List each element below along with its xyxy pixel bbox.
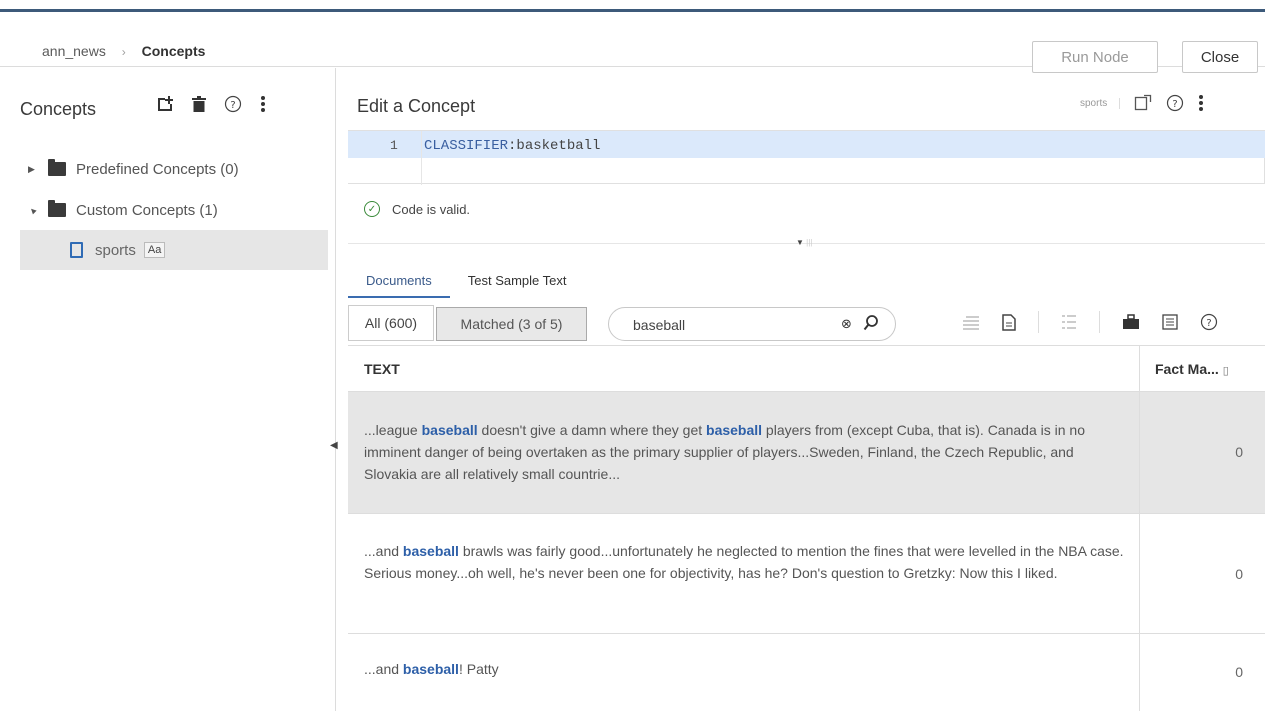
text-fragment: brawls was fairly good...unfortunately h… (364, 543, 1124, 581)
fact-matches-cell: 0 (1139, 392, 1265, 513)
splitter-handle-icon[interactable]: ▼ ||| (796, 238, 812, 247)
text-cell: ...league baseball doesn't give a damn w… (364, 419, 1129, 485)
concept-name-label: sports (1080, 97, 1121, 109)
folder-icon (48, 200, 66, 217)
toolbar-divider (1099, 311, 1100, 333)
svg-text:?: ? (1173, 99, 1178, 110)
page-header: ann_news › Concepts Run Node Close (0, 15, 1265, 73)
breadcrumb-separator-icon: › (121, 45, 126, 59)
delete-icon[interactable] (192, 96, 206, 112)
svg-text:?: ? (1206, 318, 1211, 329)
svg-text:?: ? (230, 100, 235, 111)
list-view-icon[interactable] (1061, 314, 1077, 330)
documents-tool-icons: ? (962, 311, 1218, 333)
top-accent-bar (0, 0, 1265, 12)
table-row[interactable]: ...league baseball doesn't give a damn w… (348, 392, 1265, 514)
validation-message: Code is valid. (392, 201, 471, 217)
more-options-icon[interactable] (1198, 94, 1204, 112)
search-input[interactable]: baseball (633, 317, 685, 333)
help-icon[interactable]: ? (224, 95, 242, 113)
toolbar-divider (1038, 311, 1039, 333)
check-circle-icon: ✓ (364, 201, 380, 217)
validation-status: ✓ Code is valid. (364, 201, 470, 217)
matched-term: baseball (402, 661, 459, 677)
concepts-panel-title: Concepts (20, 99, 97, 119)
details-panel-icon[interactable] (1162, 314, 1178, 330)
column-header-fact-matches[interactable]: Fact Ma... ▯ (1139, 346, 1265, 392)
code-editor[interactable]: 1 CLASSIFIER:basketball (348, 130, 1265, 185)
case-sensitive-badge: Aa (143, 242, 166, 258)
fact-matches-value: 0 (1235, 444, 1243, 460)
editor-toolbar: sports ? (1080, 94, 1204, 112)
collapse-panel-icon[interactable]: ◀ (330, 440, 338, 451)
close-button[interactable]: Close (1182, 41, 1258, 73)
run-node-button[interactable]: Run Node (1032, 41, 1158, 73)
filter-all-button[interactable]: All (600) (348, 305, 434, 341)
text-fragment: ...and (364, 661, 403, 677)
column-options-icon[interactable] (962, 314, 980, 330)
column-menu-icon[interactable]: ▯ (1223, 365, 1229, 377)
fact-matches-value: 0 (1235, 566, 1243, 582)
code-line[interactable]: CLASSIFIER:basketball (424, 138, 600, 154)
tree-item-label: Predefined Concepts (0) (76, 160, 239, 178)
column-header-text[interactable]: TEXT (364, 361, 400, 377)
clear-search-icon[interactable]: ⊗ (841, 316, 852, 332)
text-fragment: ...and (364, 543, 403, 559)
tree-item-label: sports (95, 241, 136, 259)
code-keyword: CLASSIFIER (424, 138, 509, 154)
matched-term: baseball (402, 543, 459, 559)
breadcrumb: ann_news › Concepts (42, 43, 205, 59)
edit-concept-title: Edit a Concept (357, 96, 476, 116)
line-number: 1 (390, 138, 398, 153)
collapse-arrow-icon[interactable]: ▲ (26, 203, 40, 217)
add-concept-icon[interactable] (156, 95, 174, 113)
text-fragment: ...league (364, 422, 422, 438)
filter-matched-button[interactable]: Matched (3 of 5) (436, 307, 587, 341)
tree-item-predefined-concepts[interactable]: ▶ Predefined Concepts (0) (0, 150, 328, 188)
validate-icon[interactable] (1134, 94, 1152, 112)
tab-documents[interactable]: Documents (348, 270, 450, 298)
tab-test-sample-text[interactable]: Test Sample Text (450, 270, 585, 298)
line-gutter (348, 131, 422, 185)
more-options-icon[interactable] (260, 95, 266, 113)
documents-table: TEXT Fact Ma... ▯ ...league baseball doe… (348, 345, 1265, 711)
concepts-toolbar: ? (156, 95, 266, 113)
tree-item-custom-concepts[interactable]: ▲ Custom Concepts (1) (0, 191, 328, 229)
table-header: TEXT Fact Ma... ▯ (348, 346, 1265, 392)
table-row[interactable]: ...and baseball! Patty 0 (348, 634, 1265, 711)
result-tabs: Documents Test Sample Text (348, 270, 585, 298)
matched-term: baseball (421, 422, 478, 438)
document-view-icon[interactable] (1002, 313, 1016, 331)
breadcrumb-root[interactable]: ann_news (42, 43, 106, 59)
help-icon[interactable]: ? (1166, 94, 1184, 112)
tree-item-sports[interactable]: sports Aa (20, 230, 328, 270)
search-box[interactable]: baseball ⊗ (608, 307, 896, 341)
fact-matches-value: 0 (1235, 664, 1243, 680)
tree-item-label: Custom Concepts (1) (76, 201, 218, 219)
export-icon[interactable] (1122, 314, 1140, 330)
fact-matches-cell: 0 (1139, 514, 1265, 633)
text-fragment: doesn't give a damn where they get (477, 422, 707, 438)
text-cell: ...and baseball! Patty (364, 658, 1129, 680)
document-icon (70, 242, 83, 258)
text-fragment: ! Patty (458, 661, 499, 677)
matched-term: baseball (706, 422, 763, 438)
folder-icon (48, 159, 66, 176)
concepts-panel: Concepts ? ▶ Predefined Concepts (0) ▲ C… (0, 68, 336, 711)
text-cell: ...and baseball brawls was fairly good..… (364, 540, 1129, 584)
search-icon[interactable] (863, 314, 879, 336)
column-header-label: Fact Ma... (1155, 361, 1219, 377)
breadcrumb-current: Concepts (141, 43, 206, 59)
documents-toolbar: All (600) Matched (3 of 5) baseball ⊗ ? (348, 305, 1265, 343)
help-icon[interactable]: ? (1200, 313, 1218, 331)
fact-matches-cell: 0 (1139, 634, 1265, 711)
code-argument: :basketball (508, 138, 601, 154)
expand-arrow-icon[interactable]: ▶ (28, 164, 38, 175)
table-row[interactable]: ...and baseball brawls was fairly good..… (348, 514, 1265, 634)
